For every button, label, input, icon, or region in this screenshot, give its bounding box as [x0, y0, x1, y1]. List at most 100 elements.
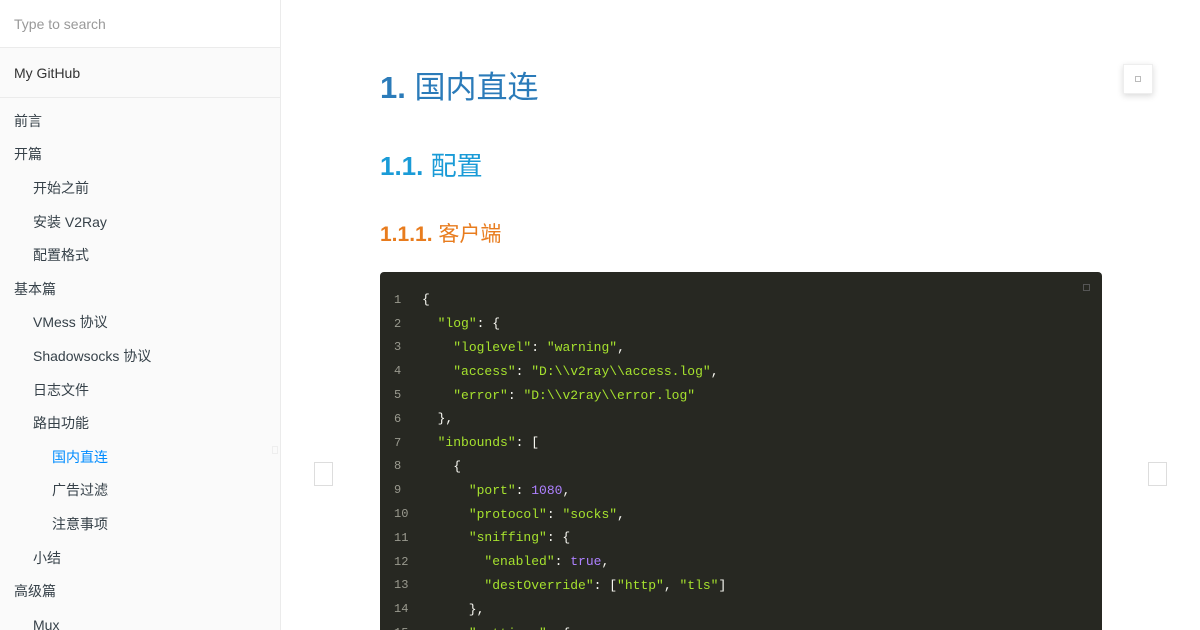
code-token: "loglevel" [453, 339, 532, 355]
code-token: "settings" [469, 626, 547, 630]
sidebar-item[interactable]: 日志文件 [0, 373, 280, 407]
sidebar-item[interactable]: 注意事项 [0, 507, 280, 541]
line-number: 10 [394, 507, 409, 522]
code-token: : { [546, 530, 571, 546]
sidebar-item[interactable]: VMess 协议 [0, 306, 280, 340]
code-line: 12 "enabled": true, [380, 550, 726, 574]
sidebar-item[interactable]: 广告过滤 [0, 474, 280, 508]
code-text: "error": "D:\\v2ray\\error.log" [422, 388, 695, 403]
code-token: "socks" [562, 506, 618, 522]
code-token: "port" [468, 482, 516, 498]
line-number: 15 [380, 626, 422, 630]
code-token: : { [547, 626, 570, 630]
code-token: : [507, 387, 524, 403]
heading-number: 1. [380, 70, 406, 105]
code-token: }, [422, 411, 454, 427]
sidebar-item[interactable]: 国内直连 [0, 440, 280, 474]
sidebar-item[interactable]: 前言 [0, 104, 280, 138]
sidebar-resize-handle[interactable] [272, 446, 278, 454]
code-token: , [617, 506, 625, 522]
sidebar-item[interactable]: Shadowsocks 协议 [0, 339, 280, 373]
code-block: 1{2 "log": {3 "loglevel": "warning", 4 "a… [380, 272, 1102, 630]
sidebar-item[interactable]: 小结 [0, 541, 280, 575]
code-token: "protocol" [468, 506, 547, 522]
sidebar-item[interactable]: 安装 V2Ray [0, 205, 280, 239]
code-token: : [515, 482, 532, 498]
code-line: 4 "access": "D:\\v2ray\\access.log", [380, 359, 726, 383]
code-text: "port": 1080, [422, 483, 570, 498]
line-number: 3 [394, 340, 402, 355]
search-box [0, 0, 280, 48]
sidebar-item[interactable]: 开始之前 [0, 171, 280, 205]
copy-code-button[interactable] [1083, 284, 1090, 291]
sidebar-item[interactable]: 路由功能 [0, 406, 280, 440]
next-page-button[interactable] [1148, 462, 1167, 486]
code-text: { [422, 292, 430, 307]
code-token: "sniffing" [468, 530, 547, 546]
sidebar-item[interactable]: Mux [0, 608, 280, 630]
code-token: ] [718, 577, 727, 593]
line-number: 4 [394, 364, 402, 379]
code-token: "access" [453, 363, 516, 379]
code-line: 5 "error": "D:\\v2ray\\error.log" [380, 383, 726, 407]
heading-text: 国内直连 [414, 70, 539, 105]
sidebar-item[interactable]: 基本篇 [0, 272, 280, 306]
code-token: "log" [437, 316, 477, 332]
sidebar-item[interactable]: 开篇 [0, 138, 280, 172]
code-token: { [422, 458, 462, 474]
code-token: : { [476, 316, 501, 332]
line-number: 6 [394, 411, 402, 426]
line-number: 11 [394, 530, 409, 545]
code-token: "http" [617, 577, 664, 593]
code-lines: 1{2 "log": {3 "loglevel": "warning", 4 "a… [380, 288, 726, 630]
previous-page-button[interactable] [314, 462, 333, 486]
sidebar: My GitHub 前言开篇开始之前安装 V2Ray配置格式基本篇VMess 协… [0, 0, 281, 630]
search-input[interactable] [14, 15, 266, 32]
code-token: "inbounds" [437, 435, 516, 451]
line-number: 14 [394, 602, 409, 617]
code-token: }, [422, 601, 485, 617]
code-token: "D:\\v2ray\\access.log" [531, 363, 711, 379]
code-token: "tls" [679, 577, 719, 593]
heading-text: 客户端 [438, 223, 502, 246]
code-token: "D:\\v2ray\\error.log" [523, 387, 696, 403]
code-token: : [531, 339, 547, 355]
line-number: 7 [394, 435, 402, 450]
code-text: }, [422, 601, 485, 617]
line-number: 9 [394, 483, 402, 498]
floating-toolbar-button[interactable] [1123, 64, 1153, 94]
code-text: "log": { [422, 316, 500, 331]
code-token: , [617, 339, 625, 355]
code-token: : [515, 363, 532, 379]
code-token: , [663, 577, 680, 593]
line-number: 1 [394, 292, 402, 307]
code-text: "inbounds": [ [422, 435, 539, 450]
sidebar-nav: 前言 开篇 开始之前 安装 V2Ray 配置格式 基本篇 VMess 协议 Shadowsoc… [0, 98, 280, 630]
code-token: : [ [515, 435, 540, 451]
code-line: 11 "sniffing": { [380, 526, 726, 550]
github-link[interactable]: My GitHub [0, 48, 280, 98]
sidebar-item[interactable]: 高级篇 [0, 574, 280, 608]
code-token: "destOverride" [484, 577, 594, 593]
code-token: "warning" [546, 339, 618, 355]
code-text: "settings": { [422, 626, 570, 630]
main-content: 1. 国内直连 1.1. 配置 1.1.1. 客户端 1{2 "log": {3… [282, 0, 1200, 630]
code-line: 14 }, [380, 597, 726, 621]
code-line: 6 }, [380, 407, 726, 431]
code-token: { [422, 292, 430, 308]
line-number: 5 [394, 388, 402, 403]
code-line: 3 "loglevel": "warning", [380, 336, 726, 360]
code-line: 9 "port": 1080, [380, 478, 726, 502]
sidebar-item[interactable]: 配置格式 [0, 238, 280, 272]
code-token: : [ [593, 577, 618, 593]
code-line: 1{ [380, 288, 726, 312]
